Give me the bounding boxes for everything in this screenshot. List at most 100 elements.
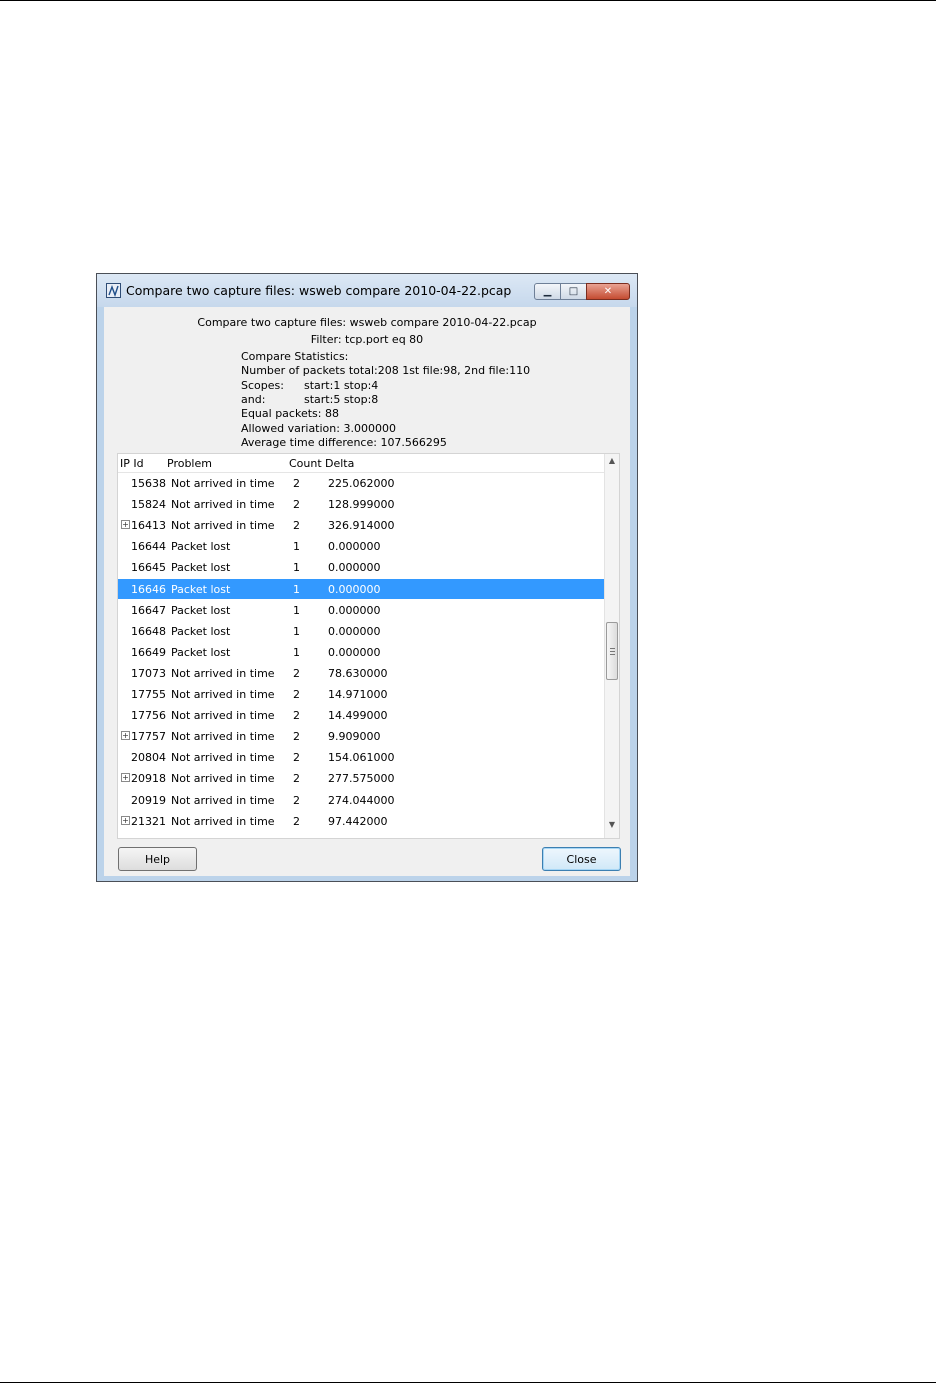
- cell-ip-id: 20918: [131, 772, 166, 786]
- average-time-difference: Average time difference: 107.566295: [241, 436, 447, 449]
- cell-count: 2: [293, 688, 300, 701]
- table-row[interactable]: 17073 Not arrived in time 2 78.630000: [118, 663, 606, 683]
- help-button[interactable]: Help: [118, 847, 197, 871]
- minimize-icon[interactable]: ▁: [534, 283, 561, 300]
- cell-problem: Not arrived in time: [171, 688, 275, 701]
- cell-problem: Packet lost: [171, 624, 231, 638]
- cell-ip-id: 20919: [131, 793, 166, 807]
- column-delta[interactable]: Delta: [325, 457, 354, 470]
- cell-delta: 9.909000: [328, 730, 381, 744]
- cell-count: 2: [293, 519, 300, 533]
- cell-problem: Packet lost: [171, 561, 231, 575]
- cell-ip-id: 17073: [131, 666, 166, 680]
- stats-title: Compare Statistics:: [241, 350, 349, 363]
- cell-problem: Packet lost: [171, 645, 231, 659]
- cell-count: 1: [293, 540, 300, 554]
- scroll-up-icon[interactable]: ▲: [605, 456, 619, 472]
- cell-delta: 225.062000: [328, 477, 395, 490]
- table-row[interactable]: 15638 Not arrived in time 2 225.062000: [118, 473, 606, 493]
- maximize-icon[interactable]: □: [560, 283, 587, 300]
- table-row[interactable]: 17756 Not arrived in time 2 14.499000: [118, 705, 606, 725]
- cell-delta: 78.630000: [328, 666, 388, 680]
- table-row[interactable]: +20918 Not arrived in time 2 277.575000: [118, 768, 606, 788]
- cell-problem: Not arrived in time: [171, 772, 275, 786]
- cell-delta: 0.000000: [328, 645, 381, 659]
- vertical-scrollbar[interactable]: ▲ ▼: [604, 454, 619, 838]
- cell-problem: Not arrived in time: [171, 814, 275, 828]
- cell-problem: Not arrived in time: [171, 751, 275, 765]
- cell-ip-id: 20804: [131, 751, 166, 765]
- cell-count: 2: [293, 477, 300, 490]
- cell-count: 2: [293, 772, 300, 786]
- compare-dialog-window: Compare two capture files: wsweb compare…: [96, 273, 638, 882]
- window-title: Compare two capture files: wsweb compare…: [126, 283, 512, 298]
- cell-ip-id: 15824: [131, 498, 166, 512]
- table-row[interactable]: 16647 Packet lost 1 0.000000: [118, 600, 606, 620]
- window-controls: ▁ □ ✕: [534, 283, 630, 300]
- and-line: and: start:5 stop:8: [241, 393, 378, 406]
- cell-problem: Not arrived in time: [171, 666, 275, 680]
- cell-count: 2: [293, 793, 300, 807]
- summary-heading: Compare two capture files: wsweb compare…: [197, 316, 537, 329]
- cell-ip-id: 16413: [131, 519, 166, 533]
- cell-delta: 0.000000: [328, 561, 381, 575]
- cell-problem: Not arrived in time: [171, 498, 275, 512]
- table-row[interactable]: +16413 Not arrived in time 2 326.914000: [118, 515, 606, 535]
- cell-delta: 277.575000: [328, 772, 395, 786]
- cell-problem: Not arrived in time: [171, 477, 275, 490]
- table-row[interactable]: 16645 Packet lost 1 0.000000: [118, 557, 606, 577]
- table-row[interactable]: 16644 Packet lost 1 0.000000: [118, 536, 606, 556]
- table-row[interactable]: 16648 Packet lost 1 0.000000: [118, 621, 606, 641]
- thumb-grip-line: [610, 651, 615, 652]
- cell-ip-id: 17755: [131, 688, 166, 701]
- scroll-down-icon[interactable]: ▼: [605, 820, 619, 836]
- and-value: start:5 stop:8: [304, 393, 379, 406]
- cell-ip-id: 16645: [131, 561, 166, 575]
- cell-delta: 274.044000: [328, 793, 395, 807]
- scroll-thumb[interactable]: [606, 622, 618, 680]
- scopes-label: Scopes:: [241, 379, 284, 392]
- table-row[interactable]: +17757 Not arrived in time 2 9.909000: [118, 726, 606, 746]
- close-icon[interactable]: ✕: [586, 283, 630, 300]
- cell-ip-id: 16644: [131, 540, 166, 554]
- column-problem[interactable]: Problem: [167, 457, 212, 470]
- column-ip-id[interactable]: IP Id: [120, 457, 144, 470]
- table-row[interactable]: 17755 Not arrived in time 2 14.971000: [118, 684, 606, 704]
- cell-delta: 128.999000: [328, 498, 395, 512]
- cell-delta: 0.000000: [328, 603, 381, 617]
- filter-text: Filter: tcp.port eq 80: [310, 333, 424, 346]
- cell-problem: Not arrived in time: [171, 730, 275, 744]
- cell-count: 2: [293, 709, 300, 723]
- cell-problem: Packet lost: [171, 603, 231, 617]
- table-row[interactable]: 16646 Packet lost 1 0.000000: [118, 578, 606, 599]
- cell-count: 2: [293, 730, 300, 744]
- table-row[interactable]: 15824 Not arrived in time 2 128.999000: [118, 494, 606, 514]
- table-row[interactable]: 16649 Packet lost 1 0.000000: [118, 642, 606, 662]
- and-label: and:: [241, 393, 266, 406]
- table-row[interactable]: 20919 Not arrived in time 2 274.044000: [118, 790, 606, 810]
- allowed-variation: Allowed variation: 3.000000: [241, 422, 396, 435]
- cell-ip-id: 15638: [131, 477, 166, 490]
- cell-delta: 14.499000: [328, 709, 388, 723]
- cell-problem: Packet lost: [171, 582, 231, 596]
- table-row[interactable]: 20804 Not arrived in time 2 154.061000: [118, 747, 606, 767]
- close-button[interactable]: Close: [542, 847, 621, 871]
- cell-ip-id: 16648: [131, 624, 166, 638]
- cell-ip-id: 21321: [131, 814, 166, 828]
- scopes-line: Scopes: start:1 stop:4: [241, 379, 378, 392]
- results-list[interactable]: IP Id Problem Count Delta 15638 Not arriv…: [117, 453, 620, 839]
- thumb-grip-line: [610, 654, 615, 655]
- column-header: IP Id Problem Count Delta: [118, 454, 606, 473]
- packets-total: Number of packets total:208 1st file:98,…: [241, 364, 531, 377]
- thumb-grip-line: [610, 648, 615, 649]
- cell-problem: Not arrived in time: [171, 519, 275, 533]
- table-row[interactable]: +21321 Not arrived in time 2 97.442000: [118, 811, 606, 831]
- title-bar[interactable]: Compare two capture files: wsweb compare…: [97, 274, 637, 307]
- cell-delta: 14.971000: [328, 688, 388, 701]
- cell-problem: Packet lost: [171, 540, 231, 554]
- cell-count: 1: [293, 561, 300, 575]
- cell-ip-id: 16649: [131, 645, 166, 659]
- cell-delta: 0.000000: [328, 540, 381, 554]
- app-icon: [106, 283, 121, 298]
- column-count[interactable]: Count: [289, 457, 322, 470]
